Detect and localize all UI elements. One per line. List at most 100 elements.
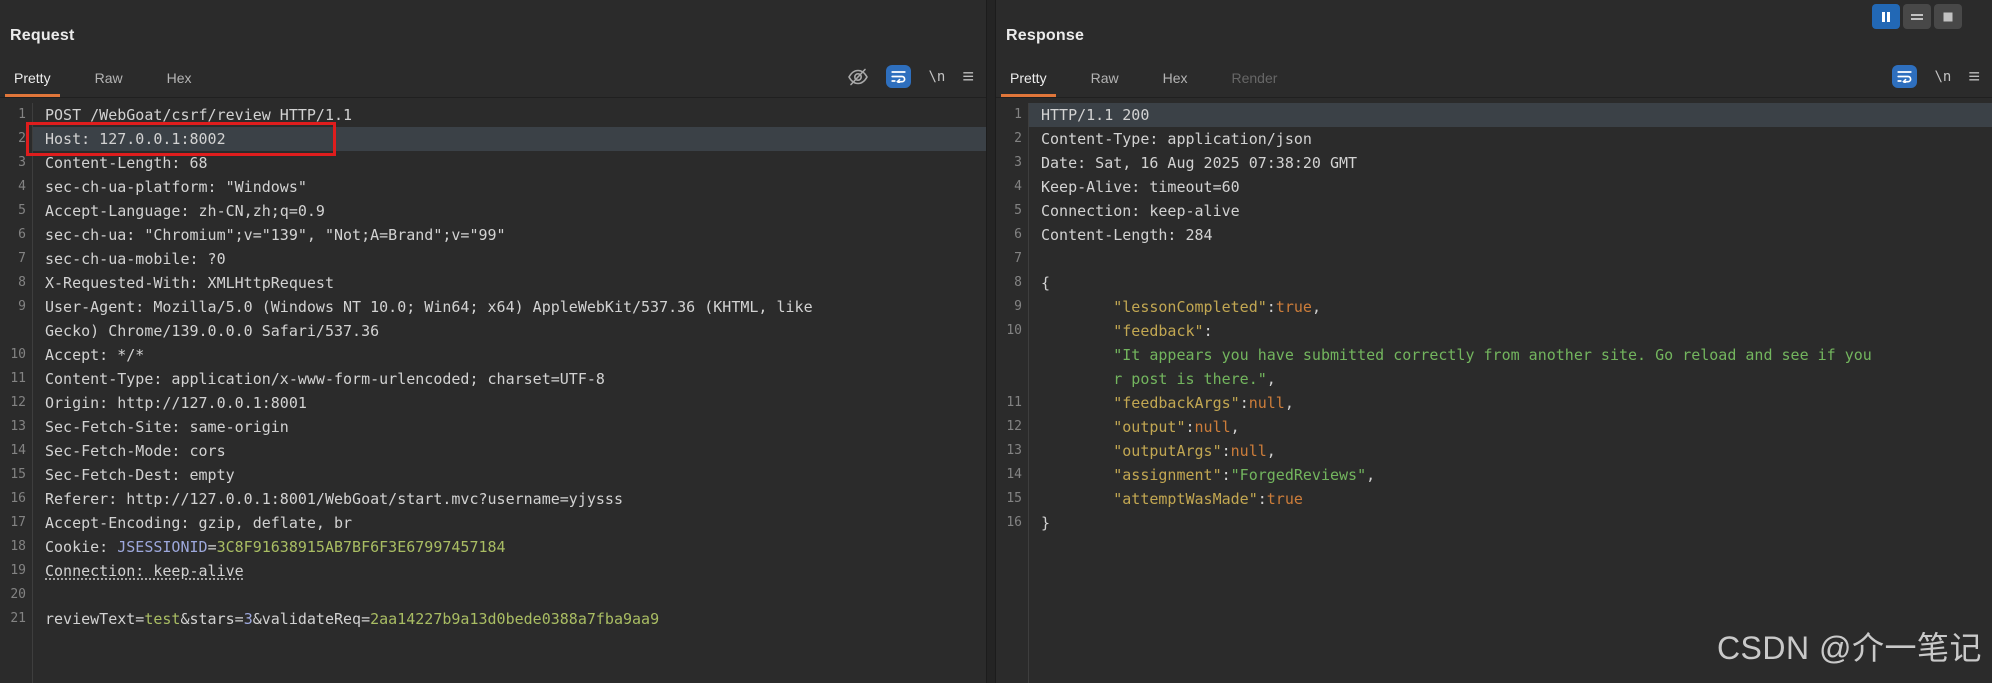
- newline-toggle[interactable]: \n: [928, 69, 945, 85]
- code-line[interactable]: 3 Date: Sat, 16 Aug 2025 07:38:20 GMT: [996, 151, 1992, 175]
- code-line[interactable]: 13 "outputArgs":null,: [996, 439, 1992, 463]
- code-line[interactable]: Gecko) Chrome/139.0.0.0 Safari/537.36: [0, 319, 986, 343]
- code-line[interactable]: 16 Referer: http://127.0.0.1:8001/WebGoat…: [0, 487, 986, 511]
- code-line[interactable]: 5 Accept-Language: zh-CN,zh;q=0.9: [0, 199, 986, 223]
- line-number: 12: [10, 395, 26, 410]
- code-line[interactable]: 4 Keep-Alive: timeout=60: [996, 175, 1992, 199]
- stop-button[interactable]: [1934, 4, 1962, 29]
- line-number: 10: [1006, 323, 1022, 338]
- code-line[interactable]: 7 sec-ch-ua-mobile: ?0: [0, 247, 986, 271]
- pause-button[interactable]: [1872, 4, 1900, 29]
- code-line[interactable]: r post is there.",: [996, 367, 1992, 391]
- code-text: "outputArgs":null,: [1113, 442, 1276, 460]
- code-line[interactable]: 1 POST /WebGoat/csrf/review HTTP/1.1: [0, 103, 986, 127]
- request-panel-title: Request: [10, 27, 75, 44]
- code-line[interactable]: 11 "feedbackArgs":null,: [996, 391, 1992, 415]
- code-line[interactable]: 1 HTTP/1.1 200: [996, 103, 1992, 127]
- code-line[interactable]: 4 sec-ch-ua-platform: "Windows": [0, 175, 986, 199]
- code-line[interactable]: 17 Accept-Encoding: gzip, deflate, br: [0, 511, 986, 535]
- code-text: Accept: */*: [45, 346, 145, 364]
- code-text: reviewText=test&stars=3&validateReq=2aa1…: [45, 610, 660, 628]
- code-line[interactable]: 8{: [996, 271, 1992, 295]
- line-number: 13: [10, 419, 26, 434]
- queue-button[interactable]: [1903, 4, 1931, 29]
- word-wrap-toggle[interactable]: [886, 65, 912, 88]
- code-line[interactable]: "It appears you have submitted correctly…: [996, 343, 1992, 367]
- request-tabbar: Pretty Raw Hex \n ≡: [0, 56, 986, 98]
- line-number: 19: [10, 563, 26, 578]
- code-text: Connection: keep-alive: [1041, 202, 1240, 220]
- line-number: [0, 319, 26, 343]
- line-number: 5: [18, 203, 26, 218]
- code-line[interactable]: 6 sec-ch-ua: "Chromium";v="139", "Not;A=B…: [0, 223, 986, 247]
- code-line[interactable]: 11 Content-Type: application/x-www-form-u…: [0, 367, 986, 391]
- request-tab-raw[interactable]: Raw: [83, 62, 135, 97]
- line-number: 15: [10, 467, 26, 482]
- request-editor[interactable]: 1 POST /WebGoat/csrf/review HTTP/1.1 2 Host…: [0, 103, 986, 683]
- line-number: 5: [1014, 203, 1022, 218]
- code-text: sec-ch-ua: "Chromium";v="139", "Not;A=Br…: [45, 226, 506, 244]
- code-text: Content-Length: 68: [45, 154, 208, 172]
- code-line[interactable]: 16}: [996, 511, 1992, 535]
- code-line[interactable]: 15 "attemptWasMade":true: [996, 487, 1992, 511]
- line-number: 1: [18, 107, 26, 122]
- code-line[interactable]: 21 reviewText=test&stars=3&validateReq=2a…: [0, 607, 986, 631]
- line-number: 3: [1014, 155, 1022, 170]
- code-line[interactable]: 8 X-Requested-With: XMLHttpRequest: [0, 271, 986, 295]
- line-number: 4: [1014, 179, 1022, 194]
- response-tab-raw[interactable]: Raw: [1079, 62, 1131, 97]
- code-text: "output":null,: [1113, 418, 1240, 436]
- line-number: 14: [1006, 467, 1022, 482]
- code-line[interactable]: 10 "feedback":: [996, 319, 1992, 343]
- request-tab-hex[interactable]: Hex: [155, 62, 204, 97]
- code-line[interactable]: 7: [996, 247, 1992, 271]
- code-line[interactable]: 3 Content-Length: 68: [0, 151, 986, 175]
- line-number: 8: [18, 275, 26, 290]
- line-number: 13: [1006, 443, 1022, 458]
- code-text: User-Agent: Mozilla/5.0 (Windows NT 10.0…: [45, 298, 813, 316]
- newline-toggle[interactable]: \n: [1934, 69, 1951, 85]
- panel-divider[interactable]: [986, 0, 996, 683]
- code-line[interactable]: 13 Sec-Fetch-Site: same-origin: [0, 415, 986, 439]
- code-line[interactable]: 14 "assignment":"ForgedReviews",: [996, 463, 1992, 487]
- watermark: CSDN @介一笔记: [1716, 630, 1982, 666]
- response-tab-hex[interactable]: Hex: [1151, 62, 1200, 97]
- code-line[interactable]: 12 Origin: http://127.0.0.1:8001: [0, 391, 986, 415]
- code-text: Connection: keep-alive: [45, 562, 244, 580]
- line-number: 2: [1014, 131, 1022, 146]
- code-line[interactable]: 5 Connection: keep-alive: [996, 199, 1992, 223]
- code-line[interactable]: 6 Content-Length: 284: [996, 223, 1992, 247]
- code-line[interactable]: 15 Sec-Fetch-Dest: empty: [0, 463, 986, 487]
- code-text: "assignment":"ForgedReviews",: [1113, 466, 1376, 484]
- code-text: Sec-Fetch-Mode: cors: [45, 442, 226, 460]
- code-text: Sec-Fetch-Dest: empty: [45, 466, 235, 484]
- line-number: 17: [10, 515, 26, 530]
- code-line[interactable]: 18 Cookie: JSESSIONID=3C8F91638915AB7BF6F…: [0, 535, 986, 559]
- code-line[interactable]: 9 User-Agent: Mozilla/5.0 (Windows NT 10.…: [0, 295, 986, 319]
- code-line[interactable]: 10 Accept: */*: [0, 343, 986, 367]
- response-tab-pretty[interactable]: Pretty: [998, 62, 1059, 97]
- response-tabbar: Pretty Raw Hex Render \n ≡: [996, 56, 1992, 98]
- line-number: 6: [1014, 227, 1022, 242]
- editor-menu-icon[interactable]: ≡: [1968, 67, 1980, 87]
- code-line[interactable]: 2 Host: 127.0.0.1:8002: [0, 127, 986, 151]
- code-line[interactable]: 14 Sec-Fetch-Mode: cors: [0, 439, 986, 463]
- hide-eye-icon[interactable]: [847, 67, 869, 87]
- line-number: 3: [18, 155, 26, 170]
- line-number: 7: [1014, 251, 1022, 266]
- editor-menu-icon[interactable]: ≡: [962, 67, 974, 87]
- code-text: "feedback":: [1113, 322, 1213, 340]
- request-tab-pretty[interactable]: Pretty: [2, 62, 63, 97]
- line-number: 11: [1006, 395, 1022, 410]
- code-line[interactable]: 20: [0, 583, 986, 607]
- code-line[interactable]: 9 "lessonCompleted":true,: [996, 295, 1992, 319]
- code-text: Accept-Encoding: gzip, deflate, br: [45, 514, 353, 532]
- code-text: Cookie: JSESSIONID=3C8F91638915AB7BF6F3E…: [45, 538, 506, 556]
- word-wrap-toggle[interactable]: [1892, 65, 1918, 88]
- code-line[interactable]: 2 Content-Type: application/json: [996, 127, 1992, 151]
- code-line[interactable]: 12 "output":null,: [996, 415, 1992, 439]
- code-line[interactable]: 19 Connection: keep-alive: [0, 559, 986, 583]
- code-text: sec-ch-ua-platform: "Windows": [45, 178, 307, 196]
- code-text: Date: Sat, 16 Aug 2025 07:38:20 GMT: [1041, 154, 1358, 172]
- response-editor[interactable]: 1 HTTP/1.1 200 2 Content-Type: application/…: [996, 103, 1992, 683]
